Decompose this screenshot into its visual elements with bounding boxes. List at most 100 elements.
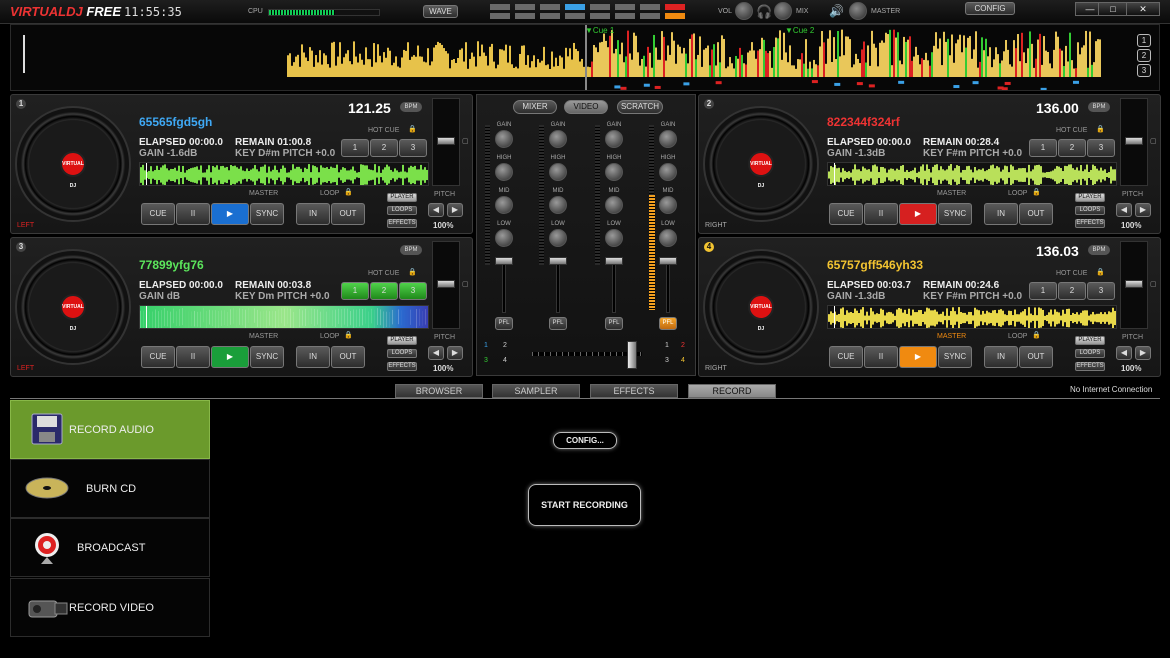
deck-1-pause-button[interactable]: II bbox=[176, 203, 210, 225]
ch4-gain-knob[interactable] bbox=[659, 130, 677, 148]
deck-1-sync-button[interactable]: SYNC bbox=[250, 203, 284, 225]
record-video-option[interactable]: RECORD VIDEO bbox=[10, 578, 210, 637]
deck-3-cue-button[interactable]: CUE bbox=[141, 346, 175, 368]
maximize-button[interactable]: □ bbox=[1098, 2, 1128, 16]
deck-3-hotcue-1[interactable]: 1 bbox=[341, 282, 369, 300]
ch3-gain-knob[interactable] bbox=[605, 130, 623, 148]
deck-1-platter[interactable]: VIRTUAL DJ bbox=[15, 106, 131, 222]
deck-3-player-button[interactable]: PLAYER bbox=[387, 336, 417, 345]
deck-2-hotcue-1[interactable]: 1 bbox=[1029, 139, 1057, 157]
deck-2-loops-button[interactable]: LOOPS bbox=[1075, 206, 1105, 215]
deck-3-sync-button[interactable]: SYNC bbox=[250, 346, 284, 368]
deck-4-loop-in-button[interactable]: IN bbox=[984, 346, 1018, 368]
ch1-pfl-button[interactable]: PFL bbox=[495, 317, 513, 330]
deck-2-hotcue-2[interactable]: 2 bbox=[1058, 139, 1086, 157]
deck-3-waveform[interactable] bbox=[139, 305, 429, 329]
ch2-volume-fader[interactable] bbox=[549, 257, 567, 265]
deck-1-pitch-slider[interactable] bbox=[437, 137, 455, 145]
deck-1-loop-out-button[interactable]: OUT bbox=[331, 203, 365, 225]
deck-3-pitch-down-button[interactable]: ◀ bbox=[428, 346, 444, 360]
ch2-pfl-button[interactable]: PFL bbox=[549, 317, 567, 330]
video-layout-selector[interactable] bbox=[490, 4, 686, 21]
ch3-low-knob[interactable] bbox=[605, 229, 623, 247]
deck-2-loop-out-button[interactable]: OUT bbox=[1019, 203, 1053, 225]
deck-4-waveform[interactable] bbox=[827, 305, 1117, 329]
wave-button[interactable]: WAVE bbox=[423, 5, 458, 18]
overview-deck-2-button[interactable]: 2 bbox=[1137, 49, 1151, 62]
deck-4-hotcue-2[interactable]: 2 bbox=[1058, 282, 1086, 300]
ch2-high-knob[interactable] bbox=[549, 163, 567, 181]
deck-1-waveform[interactable] bbox=[139, 162, 429, 186]
deck-4-effects-button[interactable]: EFFECTS bbox=[1075, 362, 1105, 371]
deck-2-player-button[interactable]: PLAYER bbox=[1075, 193, 1105, 202]
deck-1-hotcue-3[interactable]: 3 bbox=[399, 139, 427, 157]
deck-2-loop-in-button[interactable]: IN bbox=[984, 203, 1018, 225]
deck-4-pitch-slider[interactable] bbox=[1125, 280, 1143, 288]
ch4-pfl-button[interactable]: PFL bbox=[659, 317, 677, 330]
deck-1-loops-button[interactable]: LOOPS bbox=[387, 206, 417, 215]
deck-4-hotcue-1[interactable]: 1 bbox=[1029, 282, 1057, 300]
deck-3-platter[interactable]: VIRTUAL DJ bbox=[15, 249, 131, 365]
deck-4-play-button[interactable]: ▶ bbox=[899, 346, 937, 368]
deck-4-hotcue-3[interactable]: 3 bbox=[1087, 282, 1115, 300]
overview-deck-1-button[interactable]: 1 bbox=[1137, 34, 1151, 47]
deck-2-pitch-down-button[interactable]: ◀ bbox=[1116, 203, 1132, 217]
crossfader-handle[interactable] bbox=[627, 341, 637, 369]
deck-4-pause-button[interactable]: II bbox=[864, 346, 898, 368]
deck-2-pause-button[interactable]: II bbox=[864, 203, 898, 225]
ch4-volume-fader[interactable] bbox=[659, 257, 677, 265]
deck-4-player-button[interactable]: PLAYER bbox=[1075, 336, 1105, 345]
deck-3-loops-button[interactable]: LOOPS bbox=[387, 349, 417, 358]
deck-4-sync-button[interactable]: SYNC bbox=[938, 346, 972, 368]
close-button[interactable]: ✕ bbox=[1126, 2, 1160, 16]
deck-4-platter[interactable]: VIRTUAL DJ bbox=[703, 249, 819, 365]
deck-3-loop-in-button[interactable]: IN bbox=[296, 346, 330, 368]
deck-2-pitch-slider[interactable] bbox=[1125, 137, 1143, 145]
deck-4-pitch-down-button[interactable]: ◀ bbox=[1116, 346, 1132, 360]
deck-1-hotcue-2[interactable]: 2 bbox=[370, 139, 398, 157]
deck-4-pitch-up-button[interactable]: ▶ bbox=[1135, 346, 1151, 360]
deck-1-pitch-down-button[interactable]: ◀ bbox=[428, 203, 444, 217]
record-config-button[interactable]: CONFIG... bbox=[553, 432, 617, 449]
ch2-mid-knob[interactable] bbox=[549, 196, 567, 214]
deck-4-cue-button[interactable]: CUE bbox=[829, 346, 863, 368]
tab-record[interactable]: RECORD bbox=[688, 384, 776, 398]
deck-1-play-button[interactable]: ▶ bbox=[211, 203, 249, 225]
tab-scratch[interactable]: SCRATCH bbox=[617, 100, 663, 114]
deck-4-loops-button[interactable]: LOOPS bbox=[1075, 349, 1105, 358]
deck-2-play-button[interactable]: ▶ bbox=[899, 203, 937, 225]
deck-2-hotcue-3[interactable]: 3 bbox=[1087, 139, 1115, 157]
ch3-mid-knob[interactable] bbox=[605, 196, 623, 214]
broadcast-option[interactable]: BROADCAST bbox=[10, 518, 210, 577]
deck-3-pause-button[interactable]: II bbox=[176, 346, 210, 368]
deck-4-loop-out-button[interactable]: OUT bbox=[1019, 346, 1053, 368]
ch2-low-knob[interactable] bbox=[549, 229, 567, 247]
ch4-low-knob[interactable] bbox=[659, 229, 677, 247]
ch1-low-knob[interactable] bbox=[495, 229, 513, 247]
ch4-mid-knob[interactable] bbox=[659, 196, 677, 214]
ch3-volume-fader[interactable] bbox=[605, 257, 623, 265]
deck-1-loop-in-button[interactable]: IN bbox=[296, 203, 330, 225]
ch1-volume-fader[interactable] bbox=[495, 257, 513, 265]
tab-mixer[interactable]: MIXER bbox=[513, 100, 557, 114]
burn-cd-option[interactable]: BURN CD bbox=[10, 459, 210, 518]
waveform-overview[interactable]: ▼Cue 1 ▼Cue 2 1 2 3 bbox=[10, 24, 1160, 91]
tab-video[interactable]: VIDEO bbox=[564, 100, 608, 114]
deck-2-platter[interactable]: VIRTUAL DJ bbox=[703, 106, 819, 222]
deck-3-loop-out-button[interactable]: OUT bbox=[331, 346, 365, 368]
deck-3-hotcue-3[interactable]: 3 bbox=[399, 282, 427, 300]
ch1-gain-knob[interactable] bbox=[495, 130, 513, 148]
ch3-high-knob[interactable] bbox=[605, 163, 623, 181]
deck-1-hotcue-1[interactable]: 1 bbox=[341, 139, 369, 157]
deck-3-play-button[interactable]: ▶ bbox=[211, 346, 249, 368]
record-audio-option[interactable]: RECORD AUDIO bbox=[10, 400, 210, 459]
deck-1-pitch-up-button[interactable]: ▶ bbox=[447, 203, 463, 217]
ch4-high-knob[interactable] bbox=[659, 163, 677, 181]
deck-1-cue-button[interactable]: CUE bbox=[141, 203, 175, 225]
deck-2-cue-button[interactable]: CUE bbox=[829, 203, 863, 225]
ch1-high-knob[interactable] bbox=[495, 163, 513, 181]
deck-3-pitch-up-button[interactable]: ▶ bbox=[447, 346, 463, 360]
config-button[interactable]: CONFIG bbox=[965, 2, 1015, 15]
tab-sampler[interactable]: SAMPLER bbox=[492, 384, 580, 398]
deck-2-waveform[interactable] bbox=[827, 162, 1117, 186]
